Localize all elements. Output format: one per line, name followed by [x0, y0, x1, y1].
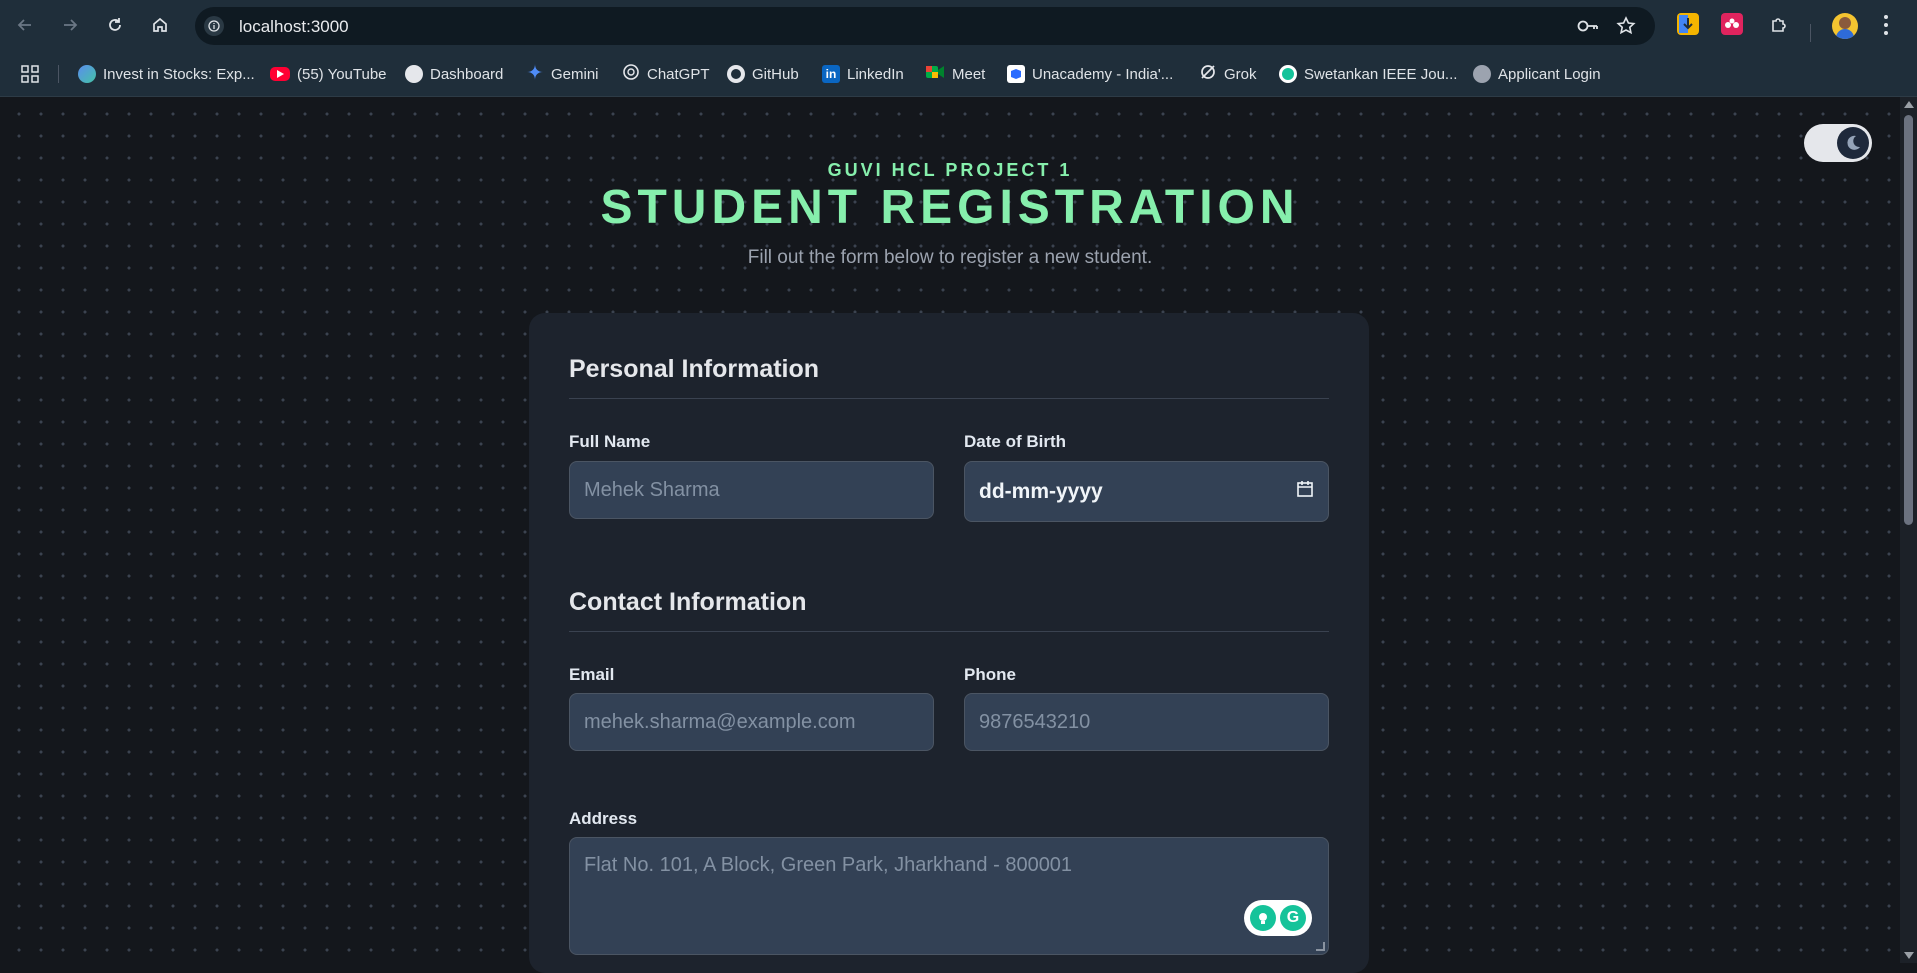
home-icon[interactable]: [147, 12, 173, 38]
bookmark-label: (55) YouTube: [297, 65, 387, 83]
bookmark-label: GitHub: [752, 65, 799, 83]
bookmark-label: Invest in Stocks: Exp...: [103, 65, 255, 83]
dashboard-icon: [405, 65, 423, 83]
chatgpt-icon: [622, 63, 640, 85]
grammarly-icon: [1279, 65, 1297, 83]
bookmark-github[interactable]: GitHub: [727, 63, 799, 85]
address-label: Address: [569, 809, 638, 828]
meet-icon: [925, 64, 945, 84]
bookmark-label: Dashboard: [430, 65, 504, 83]
groww-icon: [78, 65, 96, 83]
bookmark-label: Swetankan IEEE Jou...: [1304, 65, 1458, 83]
bookmark-youtube[interactable]: (55) YouTube: [270, 63, 387, 85]
back-icon[interactable]: [12, 12, 38, 38]
toolbar-divider: [1810, 24, 1811, 42]
profile-avatar[interactable]: [1832, 13, 1858, 39]
url-text: localhost:3000: [239, 17, 349, 36]
section-divider: [569, 398, 1329, 399]
project-kicker: GUVI HCL PROJECT 1: [827, 160, 1073, 180]
full-name-placeholder: Mehek Sharma: [584, 478, 720, 501]
registration-form-card: Personal Information Full Name Mehek Sha…: [529, 313, 1369, 973]
bookmark-label: Meet: [952, 65, 986, 83]
page-subtitle: Fill out the form below to register a ne…: [747, 247, 1153, 268]
linkedin-icon: in: [822, 65, 840, 83]
grammarly-widget[interactable]: G: [1244, 900, 1312, 936]
scroll-down-arrow[interactable]: [1904, 952, 1914, 959]
theme-toggle[interactable]: [1804, 124, 1872, 162]
bookmark-label: Gemini: [551, 65, 599, 83]
mendeley-extension-icon[interactable]: [1721, 13, 1743, 35]
gemini-icon: [526, 63, 544, 85]
bookmark-applicant-login[interactable]: Applicant Login: [1473, 63, 1601, 85]
browser-toolbar: localhost:3000: [0, 0, 1917, 51]
email-input[interactable]: mehek.sharma@example.com: [569, 693, 934, 751]
full-name-label: Full Name: [569, 432, 651, 451]
dob-label: Date of Birth: [964, 432, 1066, 451]
email-label: Email: [569, 665, 615, 684]
contact-info-heading: Contact Information: [569, 588, 807, 616]
bookmark-dashboard[interactable]: Dashboard: [405, 63, 503, 85]
section-divider: [569, 631, 1329, 632]
address-bar[interactable]: localhost:3000: [195, 7, 1655, 45]
address-placeholder: Flat No. 101, A Block, Green Park, Jhark…: [584, 854, 1073, 876]
bookmark-linkedin[interactable]: in LinkedIn: [822, 63, 904, 85]
bookmark-label: ChatGPT: [647, 65, 710, 83]
moon-icon: [1837, 127, 1869, 159]
personal-info-heading: Personal Information: [569, 355, 820, 383]
resize-handle[interactable]: [1316, 942, 1325, 951]
bookmark-star-icon[interactable]: [1615, 15, 1637, 42]
forward-icon[interactable]: [57, 12, 83, 38]
bookmark-grok[interactable]: Grok: [1199, 63, 1257, 85]
phone-label: Phone: [964, 665, 1016, 684]
bookmark-label: Grok: [1224, 65, 1257, 83]
globe-icon: [1473, 65, 1491, 83]
bookmark-unacademy[interactable]: Unacademy - India'...: [1007, 63, 1173, 85]
unacademy-icon: [1007, 65, 1025, 83]
full-name-input[interactable]: Mehek Sharma: [569, 461, 934, 519]
bookmark-label: LinkedIn: [847, 65, 904, 83]
dob-input[interactable]: dd-mm-yyyy: [964, 461, 1329, 522]
bookmark-label: Unacademy - India'...: [1032, 65, 1174, 83]
bookmark-label: Applicant Login: [1498, 65, 1601, 83]
bookmark-swetankan-ieee[interactable]: Swetankan IEEE Jou...: [1279, 63, 1457, 85]
site-info-icon[interactable]: [204, 16, 224, 36]
lightbulb-icon[interactable]: [1250, 905, 1276, 931]
password-key-icon[interactable]: [1576, 16, 1600, 41]
browser-menu-icon[interactable]: [1883, 13, 1889, 37]
calendar-icon[interactable]: [1296, 480, 1314, 504]
apps-grid-icon[interactable]: [20, 63, 40, 85]
address-textarea[interactable]: Flat No. 101, A Block, Green Park, Jhark…: [569, 837, 1329, 955]
page-scrollbar[interactable]: [1900, 97, 1917, 963]
bookmark-meet[interactable]: Meet: [925, 63, 985, 85]
bookmarks-bar: Invest in Stocks: Exp... (55) YouTube Da…: [0, 51, 1917, 97]
bookmark-invest-in-stocks[interactable]: Invest in Stocks: Exp...: [78, 63, 255, 85]
bookmark-chatgpt[interactable]: ChatGPT: [622, 63, 710, 85]
phone-input[interactable]: 9876543210: [964, 693, 1329, 751]
reload-icon[interactable]: [102, 12, 128, 38]
grok-icon: [1199, 63, 1217, 85]
phone-placeholder: 9876543210: [979, 710, 1091, 733]
email-placeholder: mehek.sharma@example.com: [584, 710, 856, 733]
grammarly-g-icon[interactable]: G: [1280, 905, 1306, 931]
page-title: STUDENT REGISTRATION: [600, 181, 1300, 234]
scroll-thumb[interactable]: [1904, 115, 1913, 525]
extensions-puzzle-icon[interactable]: [1766, 12, 1792, 38]
dob-value: dd-mm-yyyy: [979, 479, 1103, 503]
scroll-up-arrow[interactable]: [1904, 101, 1914, 108]
github-icon: [727, 65, 745, 83]
youtube-icon: [270, 67, 290, 81]
download-extension-icon[interactable]: [1677, 13, 1699, 35]
bookmark-gemini[interactable]: Gemini: [526, 63, 599, 85]
bookmarks-divider: [58, 65, 59, 83]
